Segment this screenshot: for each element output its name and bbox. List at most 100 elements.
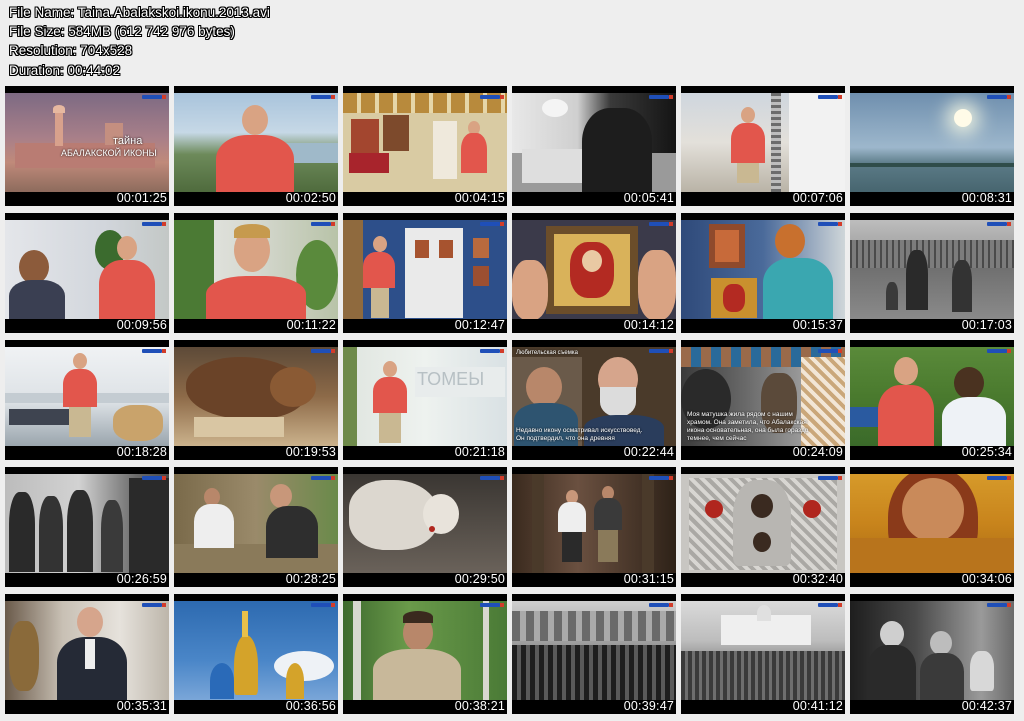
- thumbnail-timestamp: 00:39:47: [623, 699, 674, 713]
- thumbnail-frame: [512, 220, 676, 319]
- thumbnail-30[interactable]: 00:42:37: [850, 594, 1014, 714]
- thumbnail-timestamp: 00:36:56: [285, 699, 336, 713]
- thumbnail-frame: [343, 474, 507, 573]
- thumbnail-11[interactable]: 00:15:37: [681, 213, 845, 333]
- channel-logo-icon: [818, 603, 842, 607]
- thumbnail-timestamp: 00:34:06: [961, 572, 1012, 586]
- thumbnail-frame: [174, 220, 338, 319]
- subtitle-text: Моя матушка жила рядом с нашим храмом. О…: [687, 411, 809, 442]
- thumbnail-timestamp: 00:22:44: [623, 445, 674, 459]
- channel-logo-icon: [311, 95, 335, 99]
- channel-logo-icon: [987, 603, 1011, 607]
- channel-logo-icon: [142, 95, 166, 99]
- thumbnail-7[interactable]: 00:09:56: [5, 213, 169, 333]
- amateur-footage-caption: Любительская съемка: [516, 350, 578, 356]
- thumbnail-timestamp: 00:41:12: [792, 699, 843, 713]
- resolution: Resolution: 704x528: [9, 43, 133, 59]
- thumbnail-frame: [343, 220, 507, 319]
- thumbnail-10[interactable]: 00:14:12: [512, 213, 676, 333]
- thumbnail-timestamp: 00:18:28: [116, 445, 167, 459]
- thumbnail-frame: [5, 220, 169, 319]
- thumbnail-frame: Любительская съемка Недавно икону осматр…: [512, 347, 676, 446]
- thumbnail-1[interactable]: тайна АБАЛАКСКОЙ ИКОНЫ 00:01:25: [5, 86, 169, 206]
- thumbnail-frame: [850, 220, 1014, 319]
- thumbnail-19[interactable]: 00:26:59: [5, 467, 169, 587]
- thumbnail-frame: [681, 220, 845, 319]
- thumbnail-27[interactable]: 00:38:21: [343, 594, 507, 714]
- thumbnail-23[interactable]: 00:32:40: [681, 467, 845, 587]
- channel-logo-icon: [480, 95, 504, 99]
- thumbnail-25[interactable]: 00:35:31: [5, 594, 169, 714]
- thumbnail-timestamp: 00:09:56: [116, 318, 167, 332]
- thumbnail-17[interactable]: Моя матушка жила рядом с нашим храмом. О…: [681, 340, 845, 460]
- thumbnail-6[interactable]: 00:08:31: [850, 86, 1014, 206]
- thumbnail-frame: [681, 474, 845, 573]
- thumbnail-timestamp: 00:32:40: [792, 572, 843, 586]
- thumbnail-20[interactable]: 00:28:25: [174, 467, 338, 587]
- thumbnail-8[interactable]: 00:11:22: [174, 213, 338, 333]
- thumbnail-timestamp: 00:07:06: [792, 191, 843, 205]
- thumbnail-21[interactable]: 00:29:50: [343, 467, 507, 587]
- channel-logo-icon: [987, 476, 1011, 480]
- duration: Duration: 00:44:02: [9, 62, 121, 78]
- subtitle-text: Недавно икону осматривал искусствовед. О…: [516, 427, 643, 442]
- thumbnail-13[interactable]: 00:18:28: [5, 340, 169, 460]
- channel-logo-icon: [142, 349, 166, 353]
- thumbnail-timestamp: 00:26:59: [116, 572, 167, 586]
- thumbnail-15[interactable]: ТОМЕЫ 00:21:18: [343, 340, 507, 460]
- channel-logo-icon: [818, 349, 842, 353]
- thumbnail-18[interactable]: 00:25:34: [850, 340, 1014, 460]
- thumbnail-frame: [174, 347, 338, 446]
- thumbnail-timestamp: 00:01:25: [116, 191, 167, 205]
- thumbnail-timestamp: 00:24:09: [792, 445, 843, 459]
- channel-logo-icon: [649, 476, 673, 480]
- thumbnail-frame: [512, 93, 676, 192]
- thumbnail-timestamp: 00:35:31: [116, 699, 167, 713]
- thumbnail-timestamp: 00:02:50: [285, 191, 336, 205]
- thumbnail-16[interactable]: Любительская съемка Недавно икону осматр…: [512, 340, 676, 460]
- thumbnail-3[interactable]: 00:04:15: [343, 86, 507, 206]
- film-title-line2: АБАЛАКСКОЙ ИКОНЫ: [61, 148, 157, 158]
- channel-logo-icon: [142, 603, 166, 607]
- thumbnail-grid: тайна АБАЛАКСКОЙ ИКОНЫ 00:01:25 00:02:50…: [5, 86, 1019, 714]
- thumbnail-frame: [174, 601, 338, 700]
- thumbnail-timestamp: 00:14:12: [623, 318, 674, 332]
- thumbnail-26[interactable]: 00:36:56: [174, 594, 338, 714]
- thumbnail-9[interactable]: 00:12:47: [343, 213, 507, 333]
- thumbnail-frame: [850, 93, 1014, 192]
- thumbnail-timestamp: 00:05:41: [623, 191, 674, 205]
- channel-logo-icon: [649, 603, 673, 607]
- thumbnail-12[interactable]: 00:17:03: [850, 213, 1014, 333]
- thumbnail-22[interactable]: 00:31:15: [512, 467, 676, 587]
- thumbnail-frame: [512, 474, 676, 573]
- thumbnail-timestamp: 00:38:21: [454, 699, 505, 713]
- thumbnail-timestamp: 00:31:15: [623, 572, 674, 586]
- thumbnail-24[interactable]: 00:34:06: [850, 467, 1014, 587]
- channel-logo-icon: [142, 476, 166, 480]
- file-size: File Size: 584MB (612 742 976 bytes): [9, 24, 235, 40]
- thumbnail-29[interactable]: 00:41:12: [681, 594, 845, 714]
- channel-logo-icon: [311, 476, 335, 480]
- thumbnail-14[interactable]: 00:19:53: [174, 340, 338, 460]
- channel-logo-icon: [480, 476, 504, 480]
- thumbnail-frame: [174, 93, 338, 192]
- thumbnail-2[interactable]: 00:02:50: [174, 86, 338, 206]
- thumbnail-frame: Моя матушка жила рядом с нашим храмом. О…: [681, 347, 845, 446]
- thumbnail-frame: [850, 347, 1014, 446]
- thumbnail-timestamp: 00:19:53: [285, 445, 336, 459]
- thumbnail-timestamp: 00:21:18: [454, 445, 505, 459]
- channel-logo-icon: [480, 349, 504, 353]
- channel-logo-icon: [311, 349, 335, 353]
- thumbnail-timestamp: 00:08:31: [961, 191, 1012, 205]
- thumbnail-timestamp: 00:28:25: [285, 572, 336, 586]
- thumbnail-4[interactable]: 00:05:41: [512, 86, 676, 206]
- thumbnail-timestamp: 00:29:50: [454, 572, 505, 586]
- thumbnail-5[interactable]: 00:07:06: [681, 86, 845, 206]
- channel-logo-icon: [818, 476, 842, 480]
- channel-logo-icon: [480, 603, 504, 607]
- thumbnail-frame: [174, 474, 338, 573]
- thumbnail-28[interactable]: 00:39:47: [512, 594, 676, 714]
- channel-logo-icon: [480, 222, 504, 226]
- channel-logo-icon: [987, 95, 1011, 99]
- thumbnail-timestamp: 00:15:37: [792, 318, 843, 332]
